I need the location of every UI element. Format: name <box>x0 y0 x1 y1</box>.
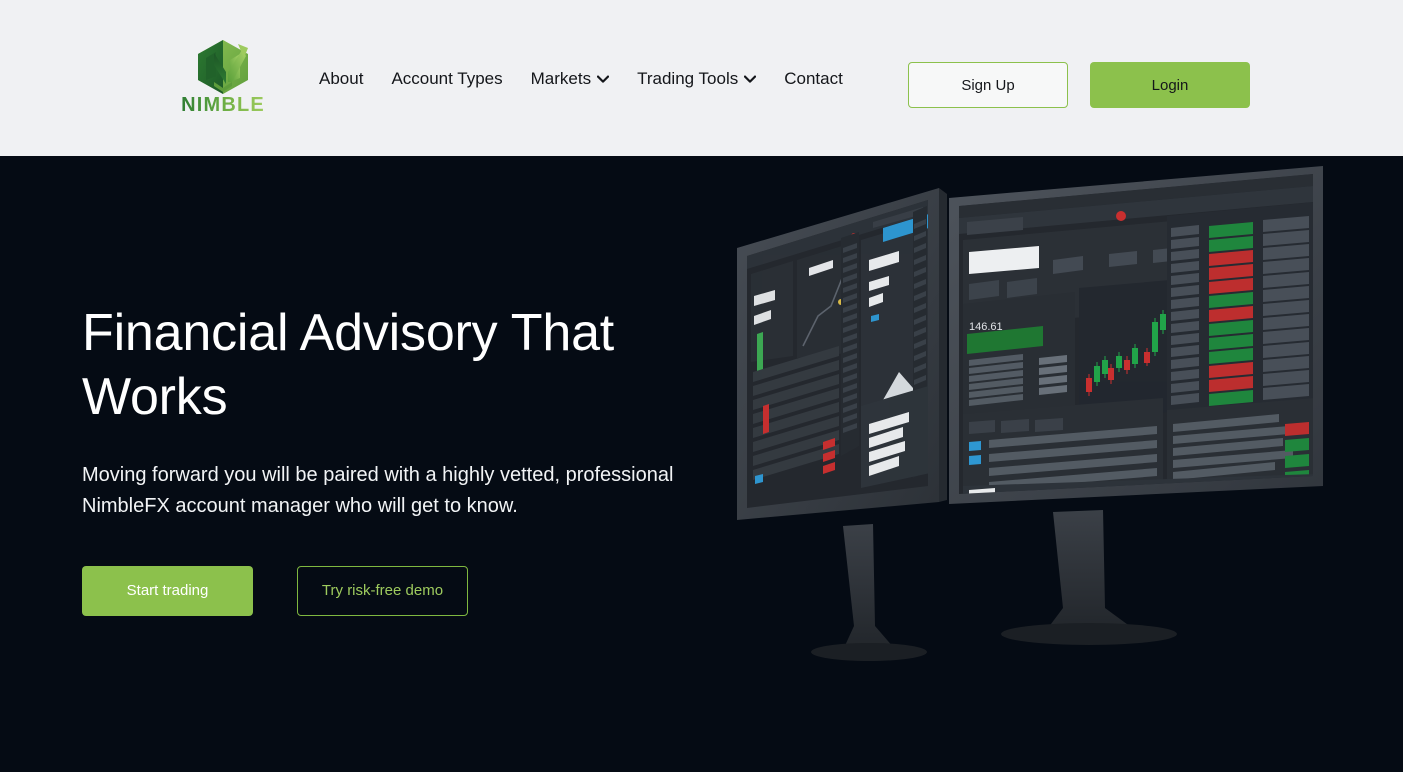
chevron-down-icon <box>597 75 610 83</box>
nav-item-trading-tools[interactable]: Trading Tools <box>623 70 770 87</box>
nav-label: Account Types <box>391 68 503 88</box>
hero-title: Financial Advisory That Works <box>82 304 615 427</box>
nav-label: Contact <box>784 68 843 88</box>
brand-logo[interactable]: NIMBLE <box>181 38 265 118</box>
nav-item-about[interactable]: About <box>319 70 377 87</box>
header-actions: Sign Up Login <box>908 62 1250 108</box>
sign-up-button[interactable]: Sign Up <box>908 62 1068 108</box>
monitor-left <box>737 188 947 661</box>
start-trading-button[interactable]: Start trading <box>82 565 253 616</box>
nimble-hexagon-logo-icon <box>198 40 248 94</box>
hero-subtitle: Moving forward you will be paired with a… <box>82 463 674 517</box>
try-demo-button[interactable]: Try risk-free demo <box>297 565 468 616</box>
login-button[interactable]: Login <box>1090 62 1250 108</box>
monitor-right: 146.61 <box>949 166 1323 645</box>
logo-wordmark: NIMBLE <box>181 94 265 116</box>
dual-trading-monitors-image: 146.61 <box>723 156 1403 772</box>
main-navigation: About Account Types Markets Trading Tool… <box>319 0 857 156</box>
nav-item-contact[interactable]: Contact <box>770 70 857 87</box>
site-header: NIMBLE About Account Types Markets Tradi… <box>0 0 1403 156</box>
hero-cta-group: Start trading Try risk-free demo <box>82 565 742 616</box>
landing-page: NIMBLE About Account Types Markets Tradi… <box>0 0 1403 772</box>
chevron-down-icon <box>744 75 757 83</box>
nav-label: Markets <box>530 68 592 88</box>
nav-label: About <box>319 68 364 88</box>
nav-label: Trading Tools <box>637 68 739 88</box>
nav-item-markets[interactable]: Markets <box>517 70 623 87</box>
monitors-illustration: 146.61 <box>737 166 1323 661</box>
nav-item-account-types[interactable]: Account Types <box>377 70 516 87</box>
hero-copy: Financial Advisory That Works Moving for… <box>82 301 742 616</box>
hero-section: Financial Advisory That Works Moving for… <box>0 156 1403 772</box>
